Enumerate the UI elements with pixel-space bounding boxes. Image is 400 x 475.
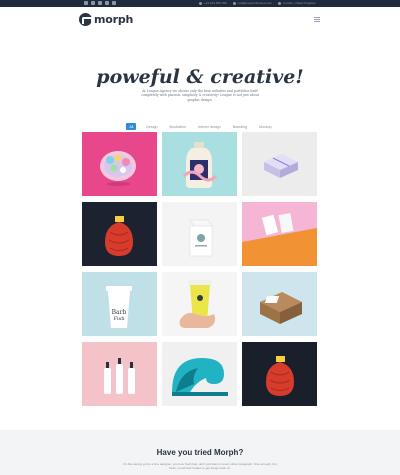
red-bag-image bbox=[266, 356, 294, 396]
filter-all[interactable]: All bbox=[126, 123, 137, 130]
bottles-image bbox=[104, 358, 135, 394]
svg-text:Fish: Fish bbox=[114, 316, 126, 322]
kraft-box-image bbox=[260, 292, 302, 324]
phone-icon bbox=[198, 1, 202, 5]
milk-carton-image bbox=[189, 219, 213, 257]
portfolio-item[interactable]: Barb Fish bbox=[82, 272, 157, 336]
logo[interactable]: morph bbox=[79, 13, 133, 26]
social-links bbox=[84, 1, 116, 5]
filter-mockup[interactable]: Mockup bbox=[257, 123, 274, 130]
portfolio-item[interactable] bbox=[242, 342, 317, 406]
portfolio-item[interactable] bbox=[242, 272, 317, 336]
bottle-image bbox=[182, 142, 218, 188]
portfolio-item[interactable] bbox=[242, 202, 317, 266]
logo-text: morph bbox=[94, 13, 134, 26]
google-plus-icon[interactable] bbox=[98, 1, 102, 5]
portfolio-item[interactable] bbox=[82, 132, 157, 196]
portfolio-item[interactable] bbox=[82, 342, 157, 406]
filter-illustration[interactable]: Illustration bbox=[168, 123, 188, 130]
portfolio-item[interactable] bbox=[82, 202, 157, 266]
contact-location: London, United Kingdom bbox=[277, 1, 316, 5]
rss-icon[interactable] bbox=[112, 1, 116, 5]
top-bar: +44 123 456 789 mail@morph-themes.com Lo… bbox=[0, 0, 400, 7]
candy-bowl-image bbox=[100, 151, 136, 186]
yellow-cup-image bbox=[179, 280, 216, 328]
portfolio-item[interactable] bbox=[162, 342, 237, 406]
cta-text: It's like saying you're a fine designer,… bbox=[123, 462, 277, 470]
contact-phone[interactable]: +44 123 456 789 bbox=[198, 1, 227, 5]
portfolio-grid: Barb Fish bbox=[82, 132, 318, 406]
filter-interior-design[interactable]: Interior design bbox=[196, 123, 223, 130]
email-icon bbox=[232, 1, 236, 5]
filter-design[interactable]: Design bbox=[144, 123, 159, 130]
portfolio-item[interactable] bbox=[162, 202, 237, 266]
portfolio-filters: All Design Illustration Interior design … bbox=[0, 123, 400, 130]
svg-text:Barb: Barb bbox=[112, 309, 127, 316]
logo-mark-icon bbox=[79, 13, 93, 26]
gift-box-image bbox=[264, 154, 298, 178]
site-header: morph bbox=[0, 7, 400, 35]
hamburger-menu-icon[interactable] bbox=[314, 17, 320, 22]
portfolio-item[interactable] bbox=[162, 272, 237, 336]
contact-info: +44 123 456 789 mail@morph-themes.com Lo… bbox=[198, 1, 316, 5]
cta-title: Have you tried Morph? bbox=[156, 448, 244, 457]
intro-text: At League Agency we obsess only the best… bbox=[140, 89, 260, 102]
business-cards-image bbox=[242, 202, 317, 242]
portfolio-item[interactable] bbox=[242, 132, 317, 196]
facebook-icon[interactable] bbox=[84, 1, 88, 5]
location-icon bbox=[277, 1, 281, 5]
page-headline: poweful & creative! bbox=[96, 66, 304, 88]
red-bag-image bbox=[105, 216, 133, 256]
portfolio-item[interactable] bbox=[162, 132, 237, 196]
coffee-cup-image: Barb Fish bbox=[106, 286, 132, 328]
linkedin-icon[interactable] bbox=[105, 1, 109, 5]
twitter-icon[interactable] bbox=[91, 1, 95, 5]
filter-branding[interactable]: Branding bbox=[231, 123, 249, 130]
wave-image bbox=[172, 358, 228, 396]
contact-email[interactable]: mail@morph-themes.com bbox=[232, 1, 272, 5]
